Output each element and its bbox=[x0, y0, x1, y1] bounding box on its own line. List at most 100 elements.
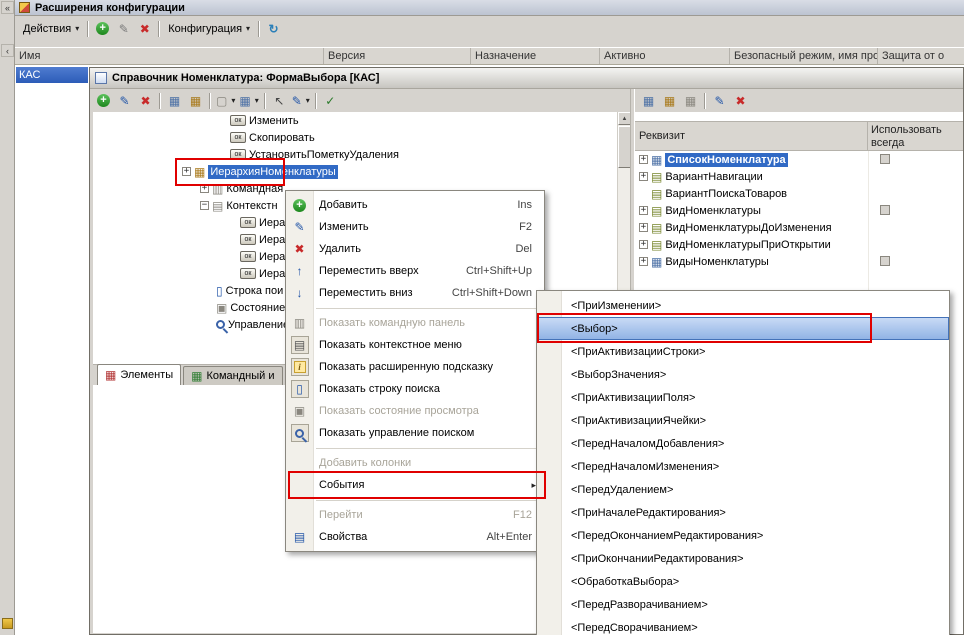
expand-icon[interactable]: + bbox=[639, 155, 648, 164]
event-item[interactable]: <ПередОкончаниемРедактирования> bbox=[537, 524, 949, 547]
pointer-button[interactable]: ↖ bbox=[269, 91, 290, 111]
event-item[interactable]: <ПередСворачиванием> bbox=[537, 616, 949, 635]
add-icon: + bbox=[293, 198, 306, 212]
pencil-icon: ✎ bbox=[291, 93, 302, 108]
attribute-item[interactable]: + ▤ ВидНоменклатурыПриОткрытии bbox=[635, 236, 963, 253]
event-item[interactable]: <ПередНачаломДобавления> bbox=[537, 432, 949, 455]
menu-item-delete[interactable]: ✖ Удалить Del bbox=[286, 238, 544, 260]
extension-row-kas[interactable]: КАС bbox=[16, 67, 88, 83]
delete-icon: ✖ bbox=[735, 93, 746, 108]
expand-icon[interactable]: + bbox=[639, 240, 648, 249]
column-header-active[interactable]: Активно bbox=[600, 48, 730, 64]
always-use-checkbox[interactable] bbox=[880, 205, 890, 215]
event-label: <ПриНачалеРедактирования> bbox=[571, 506, 726, 519]
toolbar-separator bbox=[258, 20, 261, 37]
always-use-checkbox[interactable] bbox=[880, 154, 890, 164]
menu-item-show-view-status[interactable]: ▣ Показать состояние просмотра bbox=[286, 400, 544, 422]
copy-attribute-button[interactable]: ▦ bbox=[659, 91, 680, 111]
menu-item-show-search-string[interactable]: ▯ Показать строку поиска bbox=[286, 378, 544, 400]
scroll-up-button[interactable]: ▲ bbox=[618, 112, 630, 125]
column-header-safe-mode[interactable]: Безопасный режим, имя проф bbox=[730, 48, 878, 64]
add-attribute-button[interactable]: ▦ bbox=[638, 91, 659, 111]
column-header-protection[interactable]: Защита от о bbox=[878, 48, 964, 64]
menu-item-move-up[interactable]: ↑ Переместить вверх Ctrl+Shift+Up bbox=[286, 260, 544, 282]
edit-mode-dropdown[interactable]: ✎ ▾ bbox=[290, 91, 312, 111]
add-button[interactable]: + bbox=[92, 19, 113, 39]
delete-icon: ✖ bbox=[139, 21, 150, 36]
column-header-version[interactable]: Версия bbox=[324, 48, 471, 64]
window-titlebar[interactable]: Расширения конфигурации bbox=[15, 0, 964, 16]
event-item[interactable]: <ВыборЗначения> bbox=[537, 363, 949, 386]
toolbar-separator bbox=[314, 92, 317, 109]
tab-elements[interactable]: ▦ Элементы bbox=[97, 364, 182, 385]
expand-icon[interactable]: + bbox=[639, 172, 648, 181]
edit-element-button[interactable]: ✎ bbox=[114, 91, 135, 111]
menu-item-goto[interactable]: Перейти F12 bbox=[286, 504, 544, 526]
tree-item[interactable]: ок Скопировать bbox=[93, 129, 630, 146]
add-element-button[interactable]: + bbox=[93, 91, 114, 111]
event-item[interactable]: <ПередРазворачиванием> bbox=[537, 593, 949, 616]
event-item[interactable]: <ПриНачалеРедактирования> bbox=[537, 501, 949, 524]
minimized-window-icon[interactable] bbox=[2, 618, 13, 629]
tree-item-ierarhiya-nomenklatury[interactable]: + ▦ ИерархияНоменклатуры bbox=[93, 163, 630, 180]
attributes-column-header[interactable]: Реквизит bbox=[635, 122, 868, 150]
event-item[interactable]: <ОбработкаВыбора> bbox=[537, 570, 949, 593]
menu-item-show-extended-tooltip[interactable]: i Показать расширенную подсказку bbox=[286, 356, 544, 378]
delete-element-button[interactable]: ✖ bbox=[135, 91, 156, 111]
edit-table-button[interactable]: ▦ bbox=[185, 91, 206, 111]
context-menu-icon: ▤ bbox=[293, 338, 306, 352]
check-elements-button[interactable]: ▦ bbox=[164, 91, 185, 111]
check-form-button[interactable]: ✓ bbox=[320, 91, 341, 111]
ok-button-icon: ок bbox=[230, 132, 246, 143]
column-header-purpose[interactable]: Назначение bbox=[471, 48, 600, 64]
event-item[interactable]: <ПриАктивизацииПоля> bbox=[537, 386, 949, 409]
always-use-column-header[interactable]: Использовать всегда bbox=[868, 122, 963, 150]
table-icon: ▦ bbox=[651, 152, 663, 167]
attribute-item-spisok-nomenklatura[interactable]: + ▦ СписокНоменклатура bbox=[635, 151, 963, 168]
actions-menu-button[interactable]: Действия ▾ bbox=[18, 19, 84, 39]
menu-item-move-down[interactable]: ↓ Переместить вниз Ctrl+Shift+Down bbox=[286, 282, 544, 304]
column-header-name[interactable]: Имя bbox=[15, 48, 324, 64]
menu-item-shortcut: Ins bbox=[517, 199, 532, 211]
form-designer-titlebar[interactable]: Справочник Номенклатура: ФормаВыбора [КА… bbox=[90, 68, 963, 89]
delete-attribute-button[interactable]: ✖ bbox=[730, 91, 751, 111]
menu-item-show-command-panel[interactable]: ▥ Показать командную панель bbox=[286, 312, 544, 334]
menu-item-edit[interactable]: ✎ Изменить F2 bbox=[286, 216, 544, 238]
pencil-icon: ✎ bbox=[294, 220, 305, 234]
attribute-item[interactable]: ▤ ВариантПоискаТоваров bbox=[635, 185, 963, 202]
attribute-item[interactable]: + ▦ ВидыНоменклатуры bbox=[635, 253, 963, 270]
menu-item-show-search-control[interactable]: Показать управление поиском bbox=[286, 422, 544, 444]
expand-icon[interactable]: + bbox=[639, 206, 648, 215]
edit-button[interactable]: ✎ bbox=[113, 19, 134, 39]
event-item[interactable]: <ПередУдалением> bbox=[537, 478, 949, 501]
menu-item-label: Переместить вверх bbox=[319, 265, 419, 277]
scrollbar-thumb[interactable] bbox=[618, 126, 630, 168]
columns-mode-dropdown[interactable]: ▦ ▾ bbox=[237, 91, 260, 111]
event-item[interactable]: <ПриОкончанииРедактирования> bbox=[537, 547, 949, 570]
tree-item[interactable]: ок УстановитьПометкуУдаления bbox=[93, 146, 630, 163]
configuration-menu-button[interactable]: Конфигурация ▾ bbox=[163, 19, 255, 39]
attribute-table-button[interactable]: ▦ bbox=[680, 91, 701, 111]
collapse-icon[interactable]: − bbox=[200, 201, 209, 210]
event-item[interactable]: <ПередНачаломИзменения> bbox=[537, 455, 949, 478]
expand-icon[interactable]: + bbox=[639, 223, 648, 232]
event-item[interactable]: <ПриАктивизацииСтроки> bbox=[537, 340, 949, 363]
collapse-left-button[interactable]: ‹ bbox=[1, 44, 14, 57]
attribute-item[interactable]: + ▤ ВидНоменклатурыДоИзменения bbox=[635, 219, 963, 236]
menu-item-properties[interactable]: ▤ Свойства Alt+Enter bbox=[286, 526, 544, 548]
tab-command-interface[interactable]: ▦ Командный и bbox=[183, 366, 283, 385]
edit-attribute-button[interactable]: ✎ bbox=[709, 91, 730, 111]
expand-icon[interactable]: + bbox=[639, 257, 648, 266]
delete-button[interactable]: ✖ bbox=[134, 19, 155, 39]
attribute-item[interactable]: + ▤ ВариантНавигации bbox=[635, 168, 963, 185]
display-mode-dropdown[interactable]: ▢ ▾ bbox=[214, 91, 237, 111]
attribute-item[interactable]: + ▤ ВидНоменклатуры bbox=[635, 202, 963, 219]
refresh-button[interactable]: ↻ bbox=[263, 19, 284, 39]
tree-item[interactable]: ок Изменить bbox=[93, 112, 630, 129]
always-use-checkbox[interactable] bbox=[880, 256, 890, 266]
collapse-panel-button[interactable]: « bbox=[1, 1, 14, 14]
ok-button-icon: ок bbox=[230, 115, 246, 126]
menu-item-add[interactable]: + Добавить Ins bbox=[286, 194, 544, 216]
event-item[interactable]: <ПриАктивизацииЯчейки> bbox=[537, 409, 949, 432]
menu-item-show-context-menu[interactable]: ▤ Показать контекстное меню bbox=[286, 334, 544, 356]
